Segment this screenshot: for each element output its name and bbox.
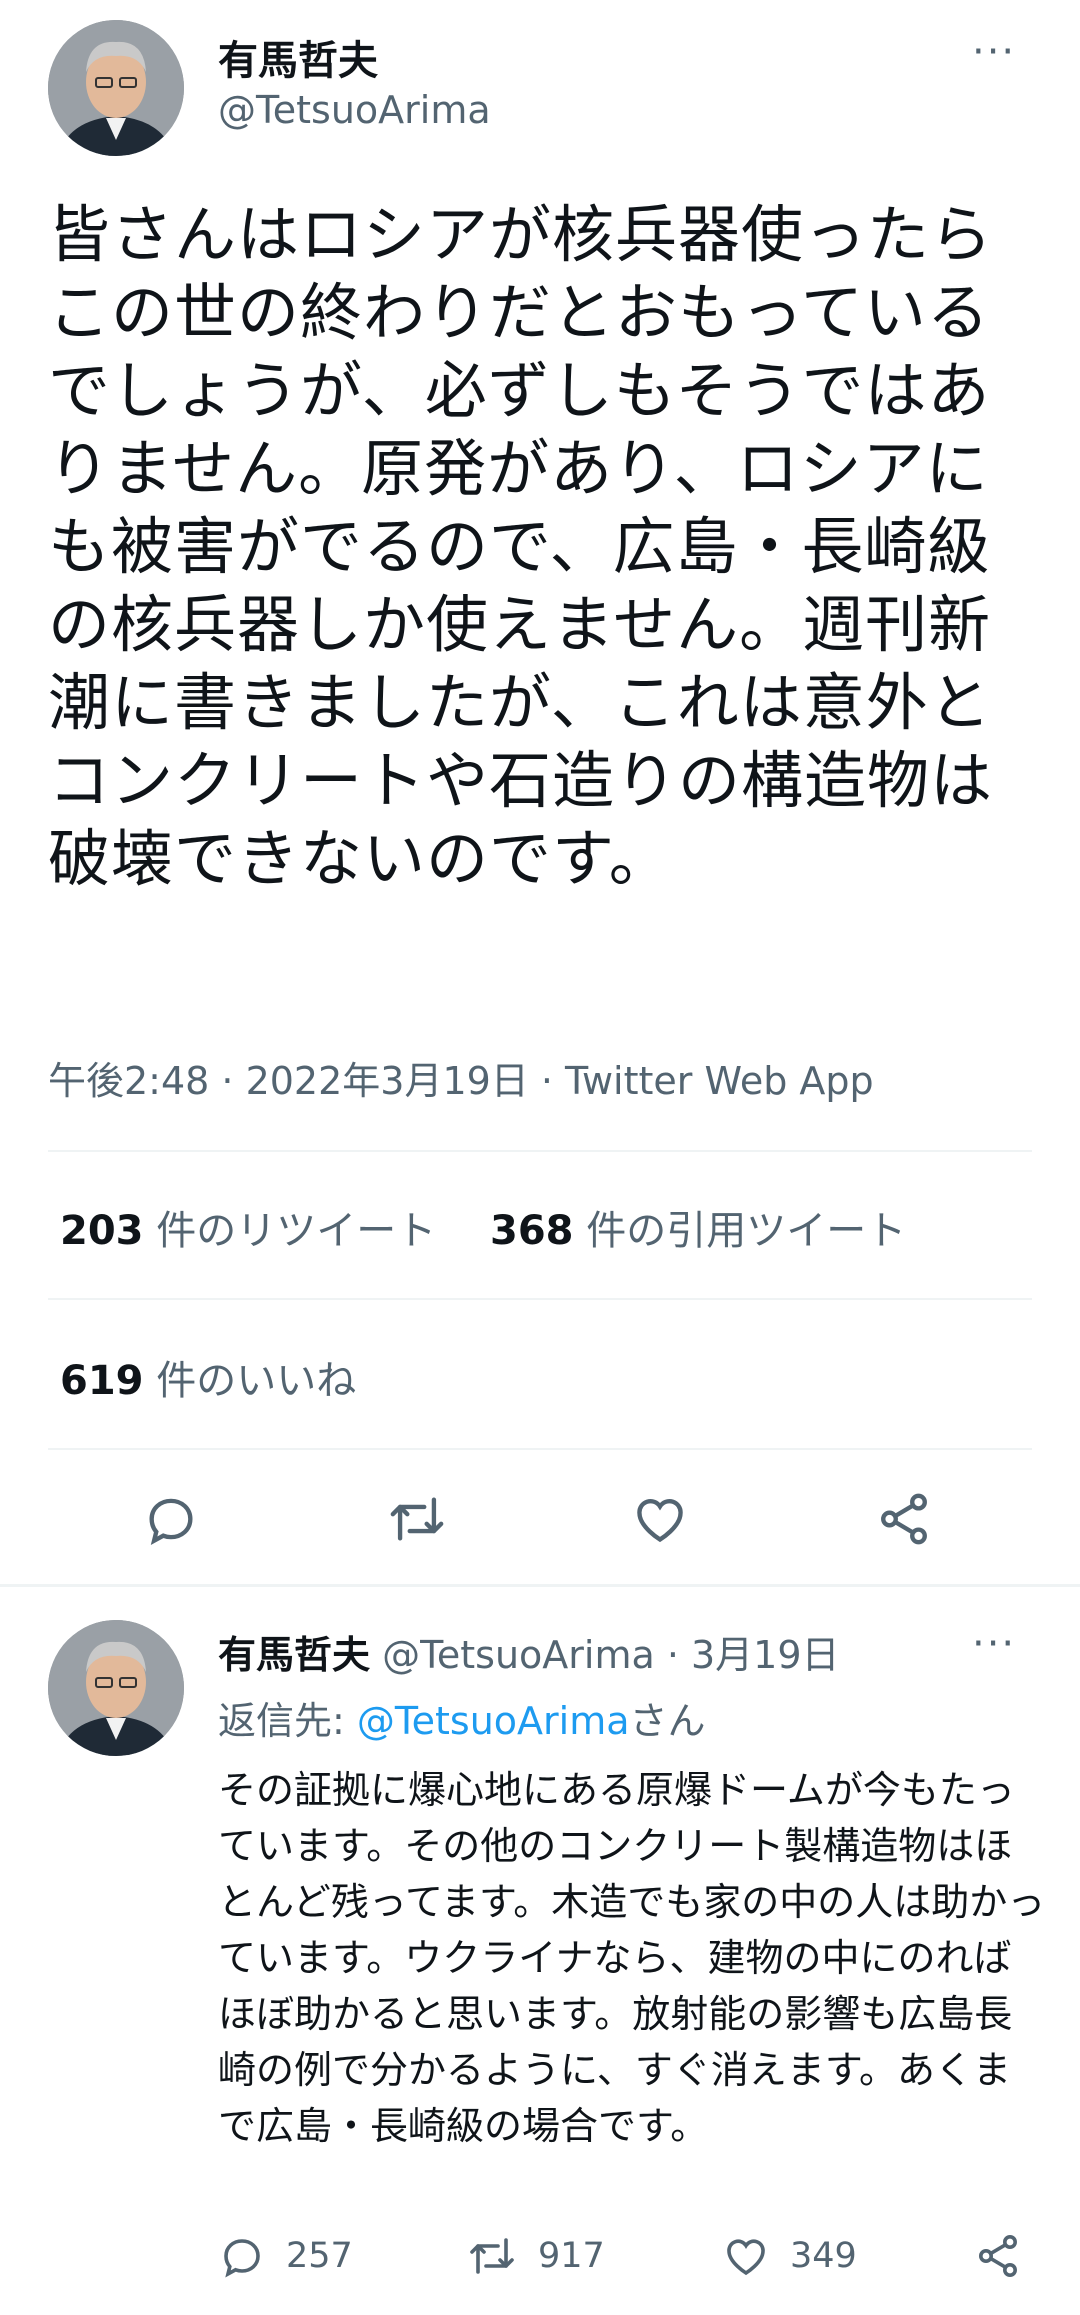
likes-count: 619 (60, 1358, 144, 1404)
reply-reply-count: 257 (286, 2236, 353, 2276)
replying-handle-link[interactable]: @TetsuoArima (357, 1699, 630, 1743)
more-options-icon[interactable]: ··· (972, 32, 1016, 72)
replying-to: 返信先: @TetsuoArimaさん (218, 1690, 706, 1745)
like-icon (727, 2239, 765, 2276)
reply-reply-button[interactable]: 257 (218, 2232, 353, 2280)
likes-label: 件のいいね (143, 1358, 357, 1404)
reply-icon (224, 2239, 260, 2278)
tweet-text: 皆さんはロシアが核兵器使ったらこの世の終わりだとおもっているでしょうが、必ずしも… (48, 198, 994, 895)
divider (48, 1150, 1032, 1152)
share-icon[interactable] (874, 1490, 934, 1548)
section-divider (0, 1584, 1080, 1587)
reply-handle[interactable]: @TetsuoArima (382, 1633, 655, 1677)
avatar[interactable] (48, 20, 184, 156)
reply-more-options-icon[interactable]: ··· (972, 1624, 1016, 1664)
handle[interactable]: @TetsuoArima (218, 88, 491, 132)
quotes-count: 368 (490, 1208, 574, 1254)
replying-suffix: さん (629, 1699, 706, 1743)
reply-text: その証拠に爆心地にある原爆ドームが今もたっています。その他のコンクリート製構造物… (218, 1768, 1046, 2148)
likes-stat[interactable]: 619 件のいいね (60, 1348, 356, 1406)
reply-date[interactable]: · 3月19日 (655, 1633, 840, 1677)
reply-header: 有馬哲夫 @TetsuoArima · 3月19日 (218, 1624, 840, 1679)
retweets-count: 203 (60, 1208, 144, 1254)
reply-like-button[interactable]: 349 (722, 2232, 857, 2280)
quotes-label: 件の引用ツイート (573, 1208, 907, 1254)
retweets-label: 件のリツイート (143, 1208, 437, 1254)
quotes-stat[interactable]: 368 件の引用ツイート (490, 1198, 906, 1256)
share-icon (979, 2235, 1017, 2277)
divider (48, 1298, 1032, 1300)
reply-share-button[interactable] (974, 2232, 1022, 2280)
reply-retweet-count: 917 (538, 2236, 605, 2276)
like-icon[interactable] (630, 1490, 690, 1548)
display-name[interactable]: 有馬哲夫 (218, 28, 378, 86)
retweet-icon[interactable] (385, 1490, 449, 1548)
reply-like-count: 349 (790, 2236, 857, 2276)
reply-avatar[interactable] (48, 1620, 184, 1756)
reply-display-name[interactable]: 有馬哲夫 (218, 1633, 370, 1677)
reply-icon[interactable] (142, 1490, 200, 1548)
reply-retweet-button[interactable]: 917 (466, 2232, 605, 2280)
divider (48, 1448, 1032, 1450)
retweet-icon (470, 2238, 514, 2274)
retweets-stat[interactable]: 203 件のリツイート (60, 1198, 436, 1256)
tweet-meta[interactable]: 午後2:48 · 2022年3月19日 · Twitter Web App (48, 1050, 874, 1105)
replying-prefix: 返信先: (218, 1699, 357, 1743)
